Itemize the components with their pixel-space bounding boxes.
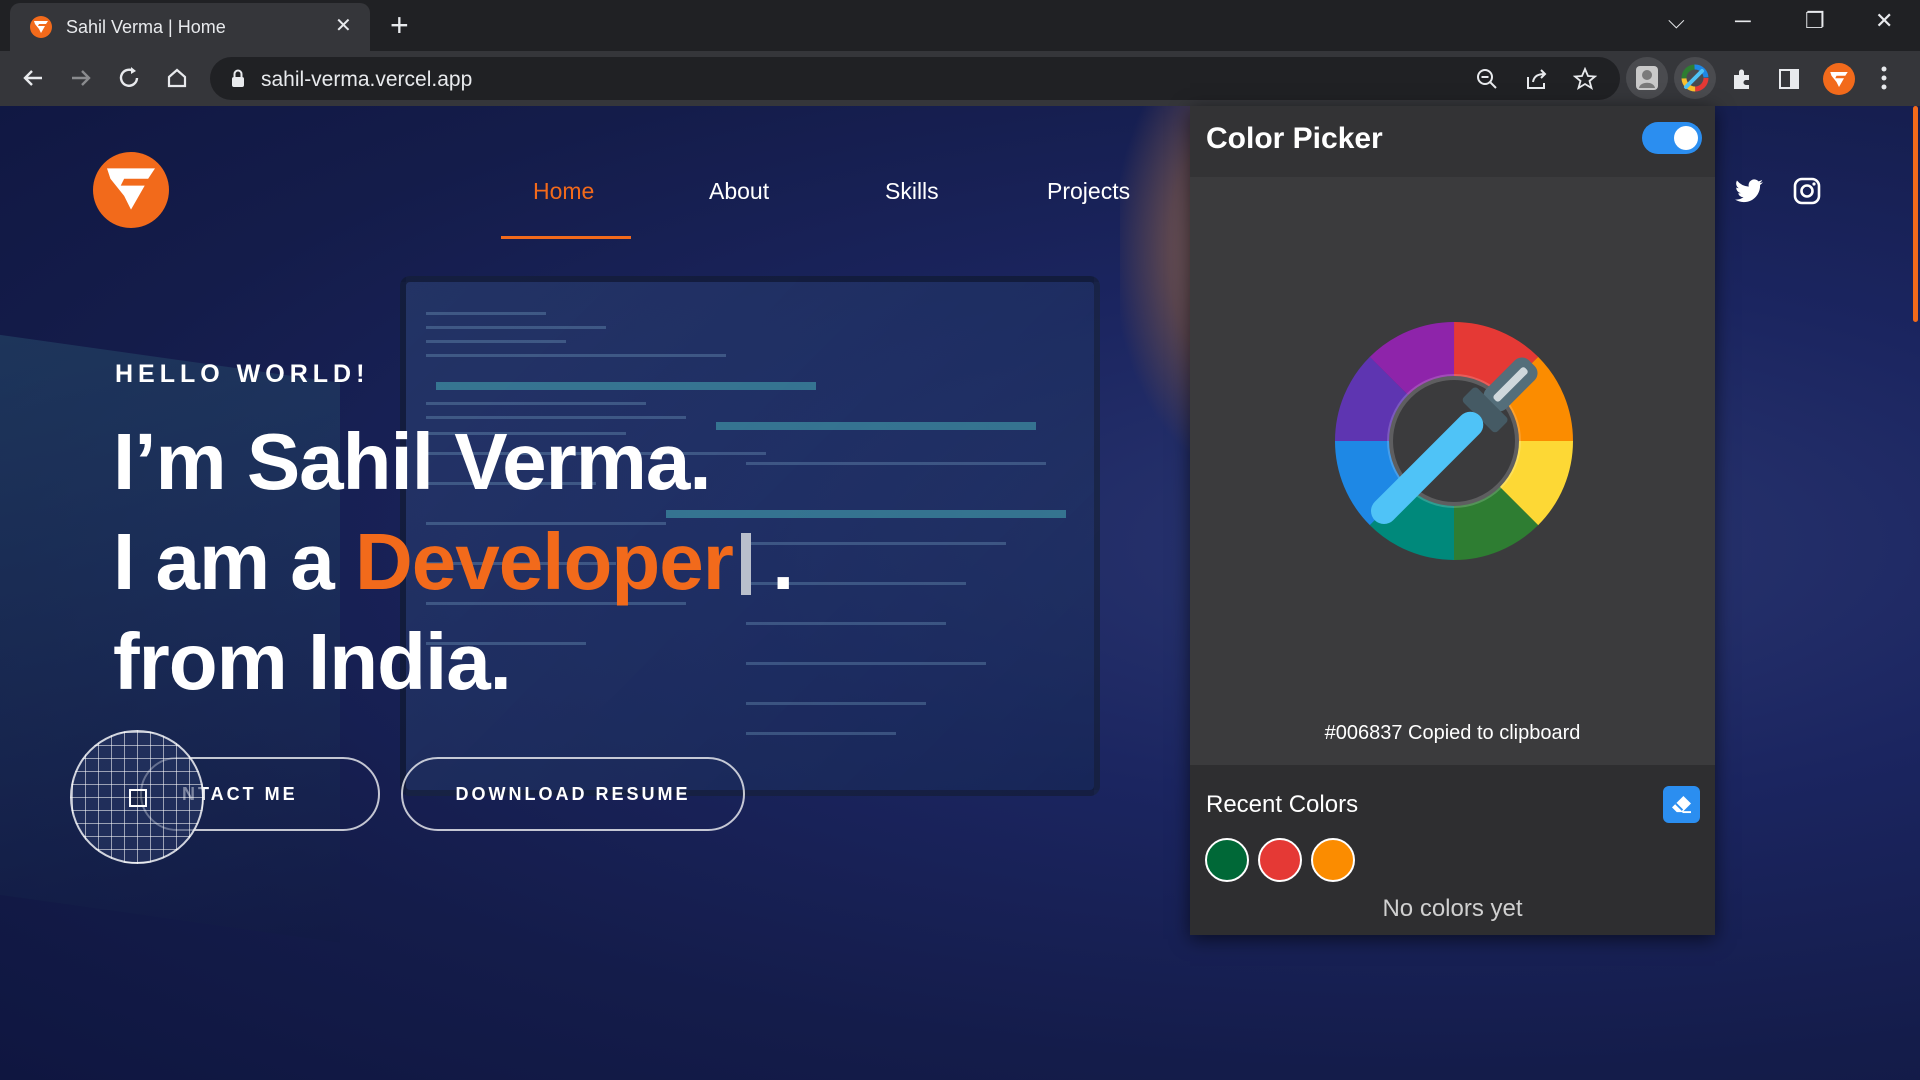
hero-line2-prefix: I am a (113, 517, 356, 606)
tab-title: Sahil Verma | Home (66, 17, 226, 37)
recent-colors-title: Recent Colors (1206, 791, 1359, 818)
hero-line2-suffix: . (772, 517, 794, 606)
browser-tab[interactable]: Sahil Verma | Home ✕ (10, 3, 370, 51)
toggle-knob (1674, 126, 1698, 150)
eraser-icon (1672, 795, 1691, 814)
recent-color-swatch[interactable] (1258, 838, 1302, 882)
hero-headline-line1: I’m Sahil Verma. (113, 417, 712, 506)
profile-extension-button[interactable] (1626, 57, 1668, 99)
tab-search-icon[interactable]: ⌵ (1668, 6, 1685, 36)
new-tab-button[interactable]: + (390, 8, 409, 42)
recent-color-swatch[interactable] (1311, 838, 1355, 882)
lock-icon[interactable] (230, 69, 246, 89)
zoom-icon[interactable] (1476, 68, 1498, 90)
nav-home[interactable]: Home (533, 178, 594, 205)
copied-message: #006837 Copied to clipboard (1324, 722, 1581, 744)
site-logo[interactable] (93, 152, 169, 228)
magnifier-target-pixel (129, 789, 147, 807)
home-icon[interactable] (160, 61, 194, 95)
instagram-icon[interactable] (1793, 177, 1821, 205)
browser-toolbar: sahil-verma.vercel.app (0, 51, 1920, 106)
address-bar[interactable]: sahil-verma.vercel.app (210, 57, 1620, 100)
profile-avatar[interactable] (1823, 63, 1855, 95)
site-logo-icon (1830, 72, 1848, 87)
nav-active-underline (501, 236, 631, 239)
forward-icon[interactable] (64, 61, 98, 95)
typing-cursor (740, 533, 751, 595)
color-picker-logo-icon (1335, 322, 1573, 560)
site-logo-icon (107, 168, 155, 210)
tab-strip: Sahil Verma | Home ✕ + ⌵ ─ ❐ ✕ (0, 0, 1920, 51)
tab-close-icon[interactable]: ✕ (335, 15, 352, 37)
hero-headline-line3: from India. (113, 617, 512, 706)
url-text[interactable]: sahil-verma.vercel.app (261, 68, 472, 92)
hero-greeting: HELLO WORLD! (115, 360, 370, 388)
recent-color-swatch[interactable] (1205, 838, 1249, 882)
popup-title: Color Picker (1206, 122, 1383, 155)
page-scrollbar[interactable] (1913, 106, 1918, 322)
color-picker-popup: Color Picker #006837 Copied to clipboard (1190, 106, 1715, 935)
bookmark-star-icon[interactable] (1573, 67, 1597, 91)
user-icon (1636, 66, 1658, 90)
side-panel-icon[interactable] (1778, 68, 1800, 90)
extensions-puzzle-icon[interactable] (1730, 67, 1754, 91)
recent-colors-section: Recent Colors No colors yet (1190, 765, 1715, 935)
restore-button[interactable]: ❐ (1805, 6, 1825, 36)
nav-skills[interactable]: Skills (885, 178, 939, 205)
menu-kebab-icon[interactable] (1880, 65, 1888, 91)
popup-header: Color Picker (1190, 106, 1715, 177)
download-resume-button[interactable]: DOWNLOAD RESUME (401, 757, 745, 831)
reload-icon[interactable] (112, 61, 146, 95)
minimize-button[interactable]: ─ (1735, 6, 1751, 36)
color-picker-magnifier (70, 730, 204, 864)
enable-toggle[interactable] (1642, 122, 1702, 154)
color-picker-extension-button[interactable] (1674, 57, 1716, 99)
color-picker-icon (1681, 64, 1709, 92)
close-window-button[interactable]: ✕ (1875, 6, 1893, 36)
clear-colors-button[interactable] (1663, 786, 1700, 823)
nav-projects[interactable]: Projects (1047, 178, 1130, 205)
twitter-icon[interactable] (1735, 179, 1763, 203)
nav-about[interactable]: About (709, 178, 769, 205)
share-icon[interactable] (1525, 68, 1549, 90)
hero-role-typed: Developer (355, 517, 734, 606)
site-favicon-icon (30, 16, 52, 38)
back-icon[interactable] (16, 61, 50, 95)
empty-state-message: No colors yet (1382, 895, 1523, 922)
hero-headline-line2: I am a Developer . (113, 516, 794, 608)
